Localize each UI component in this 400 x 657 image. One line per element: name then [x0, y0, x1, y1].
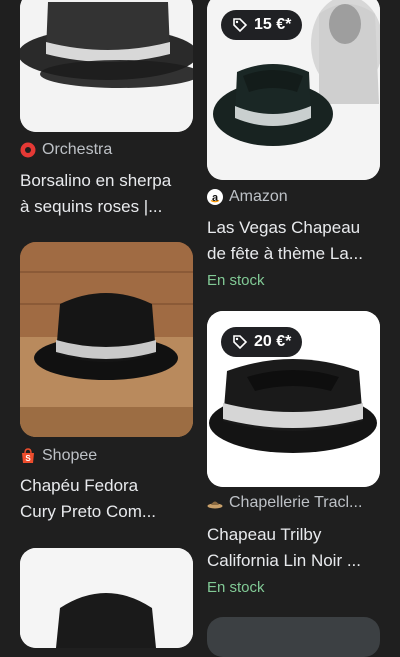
title-line: Chapéu Fedora	[20, 476, 139, 495]
result-title[interactable]: Chapéu Fedora Cury Preto Com...	[20, 473, 193, 525]
result-title[interactable]: Las Vegas Chapeau de fête à thème La...	[207, 215, 380, 267]
result-source: Chapellerie Tracl...	[207, 494, 380, 512]
result-title[interactable]: Chapeau Trilby California Lin Noir ...	[207, 522, 380, 574]
source-name: Chapellerie Tracl...	[229, 494, 363, 511]
result-card-shopee[interactable]: S Shopee Chapéu Fedora Cury Preto Com...	[20, 242, 193, 522]
product-image[interactable]	[207, 617, 380, 657]
amazon-icon: a	[207, 189, 223, 205]
title-line: California Lin Noir ...	[207, 551, 362, 570]
result-card-partial-left[interactable]	[20, 548, 193, 648]
title-line: Las Vegas Chapeau	[207, 218, 361, 237]
product-image[interactable]	[20, 0, 193, 132]
result-source: S Shopee	[20, 447, 193, 465]
product-image[interactable]	[20, 242, 193, 437]
result-card-chapellerie[interactable]: 20 €* Chapellerie Tracl... Chapeau Trilb…	[207, 311, 380, 611]
title-line: Chapeau Trilby	[207, 525, 322, 544]
source-name: Orchestra	[42, 141, 113, 158]
price-tag-icon	[232, 334, 248, 350]
stock-status: En stock	[207, 579, 265, 596]
title-line: Borsalino en sherpa	[20, 171, 172, 190]
result-card-amazon[interactable]: 15 €* a Amazon Las Vegas Chapeau de fête…	[207, 0, 380, 300]
price-badge: 15 €*	[221, 10, 303, 40]
price-tag-icon	[232, 17, 248, 33]
source-name: Amazon	[229, 188, 288, 205]
product-image[interactable]	[20, 548, 193, 648]
source-name: Shopee	[42, 447, 98, 464]
price-value: 15 €*	[254, 16, 292, 33]
hat-logo-icon	[207, 495, 223, 511]
svg-text:S: S	[25, 454, 31, 463]
result-card-orchestra[interactable]: Orchestra Borsalino en sherpa à sequins …	[20, 0, 193, 225]
price-badge: 20 €*	[221, 327, 303, 357]
title-line: Cury Preto Com...	[20, 502, 157, 521]
stock-status: En stock	[207, 272, 265, 289]
title-line: à sequins roses |...	[20, 197, 163, 216]
result-title[interactable]: Borsalino en sherpa à sequins roses |...	[20, 168, 193, 220]
result-card-partial-right[interactable]	[207, 617, 380, 657]
result-source: Orchestra	[20, 141, 193, 159]
price-value: 20 €*	[254, 333, 292, 350]
orchestra-icon	[20, 142, 36, 158]
title-line: de fête à thème La...	[207, 244, 363, 263]
shopee-icon: S	[20, 448, 36, 464]
result-source: a Amazon	[207, 188, 380, 206]
